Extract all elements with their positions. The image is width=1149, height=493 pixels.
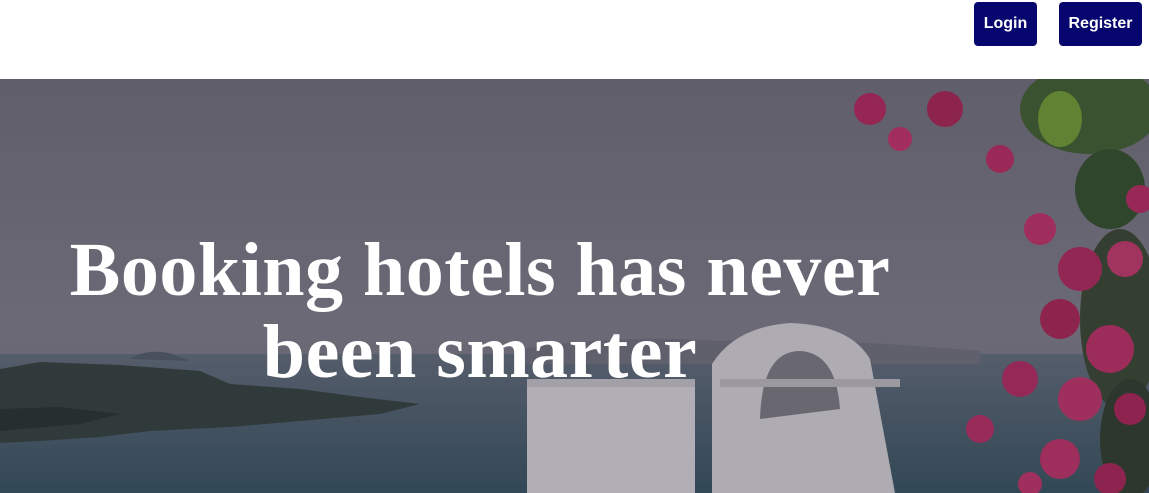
hero-banner: Booking hotels has never been smarter xyxy=(0,79,1149,493)
hero-headline: Booking hotels has never been smarter xyxy=(69,228,891,394)
top-navigation-bar: Login Register xyxy=(0,0,1149,79)
login-button[interactable]: Login xyxy=(974,2,1037,46)
register-button[interactable]: Register xyxy=(1059,2,1142,46)
